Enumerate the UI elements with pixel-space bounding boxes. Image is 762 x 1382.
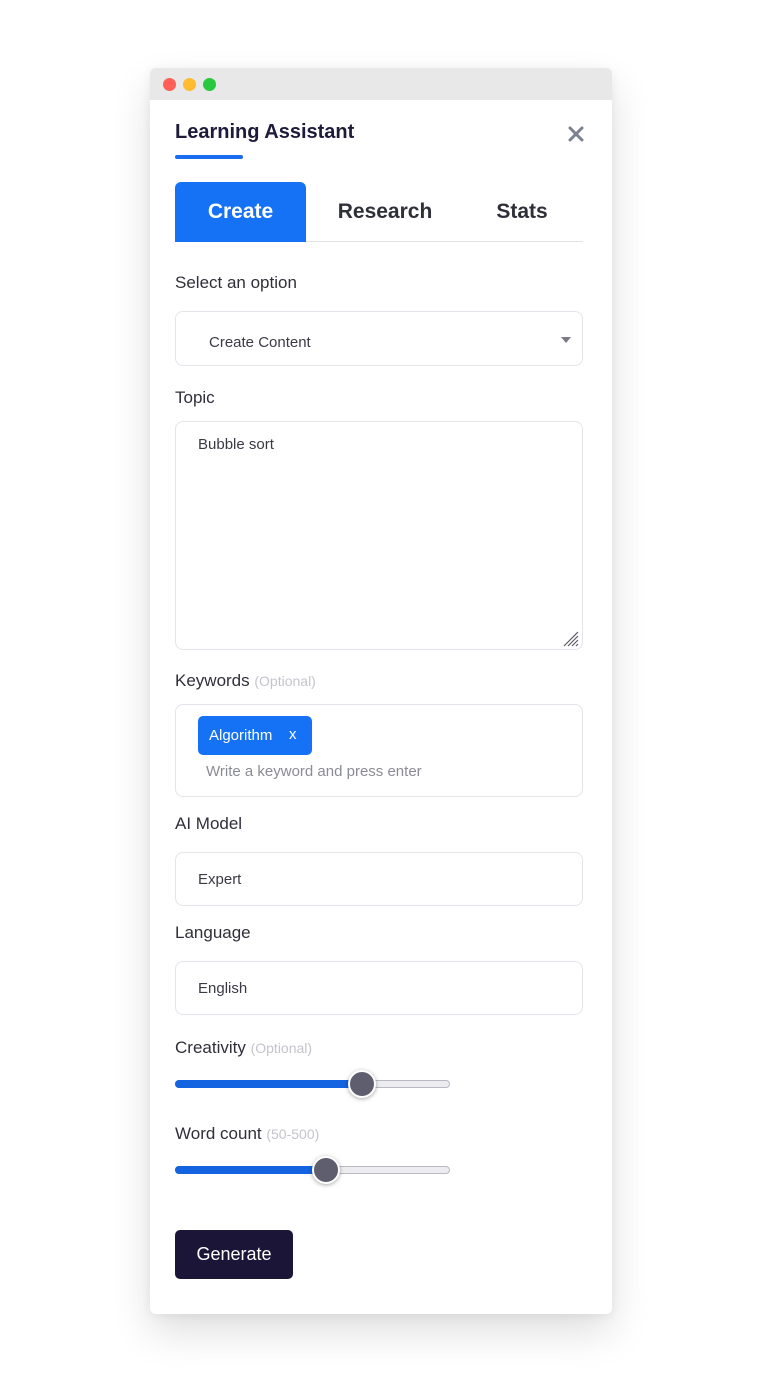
ai-model-select[interactable]: Expert	[175, 852, 583, 906]
window-close-dot[interactable]	[163, 78, 176, 91]
topic-textarea[interactable]: Bubble sort	[175, 421, 583, 650]
keywords-optional-note: (Optional)	[254, 673, 316, 689]
creativity-optional-note: (Optional)	[250, 1040, 313, 1056]
window-titlebar	[150, 68, 612, 100]
word-count-slider-fill	[175, 1166, 326, 1174]
language-label: Language	[175, 923, 251, 942]
tab-research[interactable]: Research	[325, 182, 445, 242]
topic-label: Topic	[175, 388, 215, 407]
word-count-slider-thumb[interactable]	[312, 1156, 340, 1184]
keywords-field[interactable]: Algorithm x	[175, 704, 583, 797]
app-title: Learning Assistant	[175, 121, 355, 143]
tab-stats[interactable]: Stats	[485, 182, 559, 242]
creativity-label: Creativity (Optional)	[175, 1038, 312, 1058]
learning-assistant-window: Learning Assistant Create Research Stats…	[150, 68, 612, 1314]
generate-button[interactable]: Generate	[175, 1230, 293, 1279]
window-minimize-dot[interactable]	[183, 78, 196, 91]
creativity-label-text: Creativity	[175, 1038, 246, 1057]
option-select[interactable]: Create Content	[175, 311, 583, 366]
resize-handle-icon[interactable]	[562, 631, 580, 647]
tab-create[interactable]: Create	[175, 182, 306, 242]
tab-bar: Create Research Stats	[175, 182, 583, 242]
keyword-input[interactable]	[206, 760, 546, 782]
title-underline	[175, 155, 243, 159]
close-icon[interactable]	[564, 122, 588, 146]
keyword-chip: Algorithm x	[198, 716, 312, 755]
ai-model-label: AI Model	[175, 814, 243, 833]
word-count-range-note: (50-500)	[266, 1126, 320, 1142]
creativity-slider-thumb[interactable]	[348, 1070, 376, 1098]
creativity-slider-fill	[175, 1080, 362, 1088]
topic-value: Bubble sort	[198, 436, 274, 453]
ai-model-value: Expert	[198, 871, 242, 888]
keyword-chip-remove-button[interactable]: x	[289, 726, 297, 743]
word-count-label: Word count (50-500)	[175, 1124, 319, 1144]
option-select-value: Create Content	[209, 334, 311, 351]
option-label: Select an option	[175, 273, 297, 292]
word-count-label-text: Word count	[175, 1124, 262, 1143]
keywords-label: Keywords (Optional)	[175, 671, 316, 691]
caret-down-icon	[561, 337, 571, 343]
window-maximize-dot[interactable]	[203, 78, 216, 91]
word-count-slider[interactable]	[175, 1154, 450, 1184]
language-select[interactable]: English	[175, 961, 583, 1015]
creativity-slider[interactable]	[175, 1068, 450, 1098]
keywords-label-text: Keywords	[175, 671, 250, 690]
keyword-chip-label: Algorithm	[209, 727, 273, 744]
language-value: English	[198, 980, 248, 997]
